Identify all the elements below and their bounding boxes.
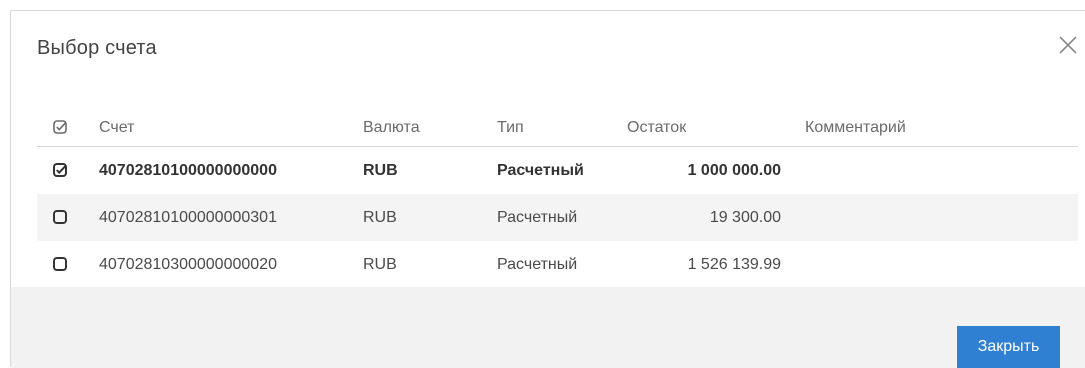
account-comment	[795, 147, 1078, 195]
header-balance[interactable]: Остаток	[627, 109, 795, 147]
checkbox-unchecked-icon[interactable]	[53, 210, 67, 225]
table-row[interactable]: 40702810100000000000 RUB Расчетный 1 000…	[37, 147, 1078, 195]
account-number: 40702810300000000020	[99, 255, 277, 273]
account-comment	[795, 241, 1078, 288]
account-selection-dialog: Выбор счета Счет Валюта Тип Остаток Комм…	[10, 10, 1085, 368]
account-number: 40702810100000000301	[99, 194, 363, 241]
checkbox-unchecked-icon[interactable]	[53, 257, 67, 272]
header-currency[interactable]: Валюта	[363, 109, 497, 147]
account-balance: 19 300.00	[627, 194, 795, 241]
table-header-row: Счет Валюта Тип Остаток Комментарий	[37, 109, 1078, 147]
close-icon[interactable]	[1056, 33, 1080, 57]
row-checkbox-cell[interactable]	[37, 194, 99, 241]
account-type: Расчетный	[497, 161, 584, 179]
header-comment[interactable]: Комментарий	[795, 109, 1078, 147]
header-account[interactable]: Счет	[99, 109, 363, 147]
row-checkbox-cell[interactable]	[37, 241, 99, 288]
account-currency: RUB	[363, 255, 397, 273]
account-type: Расчетный	[497, 194, 627, 241]
dialog-footer: Закрыть	[11, 287, 1085, 368]
checkbox-checked-icon[interactable]	[53, 120, 67, 135]
account-type: Расчетный	[497, 255, 578, 273]
account-balance: 1 526 139.99	[687, 255, 781, 273]
account-number: 40702810100000000000	[99, 161, 277, 179]
checkbox-checked-icon[interactable]	[53, 163, 67, 178]
select-all-header[interactable]	[37, 109, 99, 147]
dialog-title: Выбор счета	[37, 37, 157, 59]
account-currency: RUB	[363, 194, 497, 241]
row-checkbox-cell[interactable]	[37, 147, 99, 195]
table-row[interactable]: 40702810100000000301 RUB Расчетный 19 30…	[37, 194, 1078, 241]
accounts-table: Счет Валюта Тип Остаток Комментарий 4070	[37, 109, 1078, 288]
table-row[interactable]: 40702810300000000020 RUB Расчетный 1 526…	[37, 241, 1078, 288]
account-currency: RUB	[363, 161, 398, 179]
close-button[interactable]: Закрыть	[957, 326, 1060, 368]
account-comment	[795, 194, 1078, 241]
account-balance: 1 000 000.00	[687, 161, 781, 179]
header-type[interactable]: Тип	[497, 109, 627, 147]
